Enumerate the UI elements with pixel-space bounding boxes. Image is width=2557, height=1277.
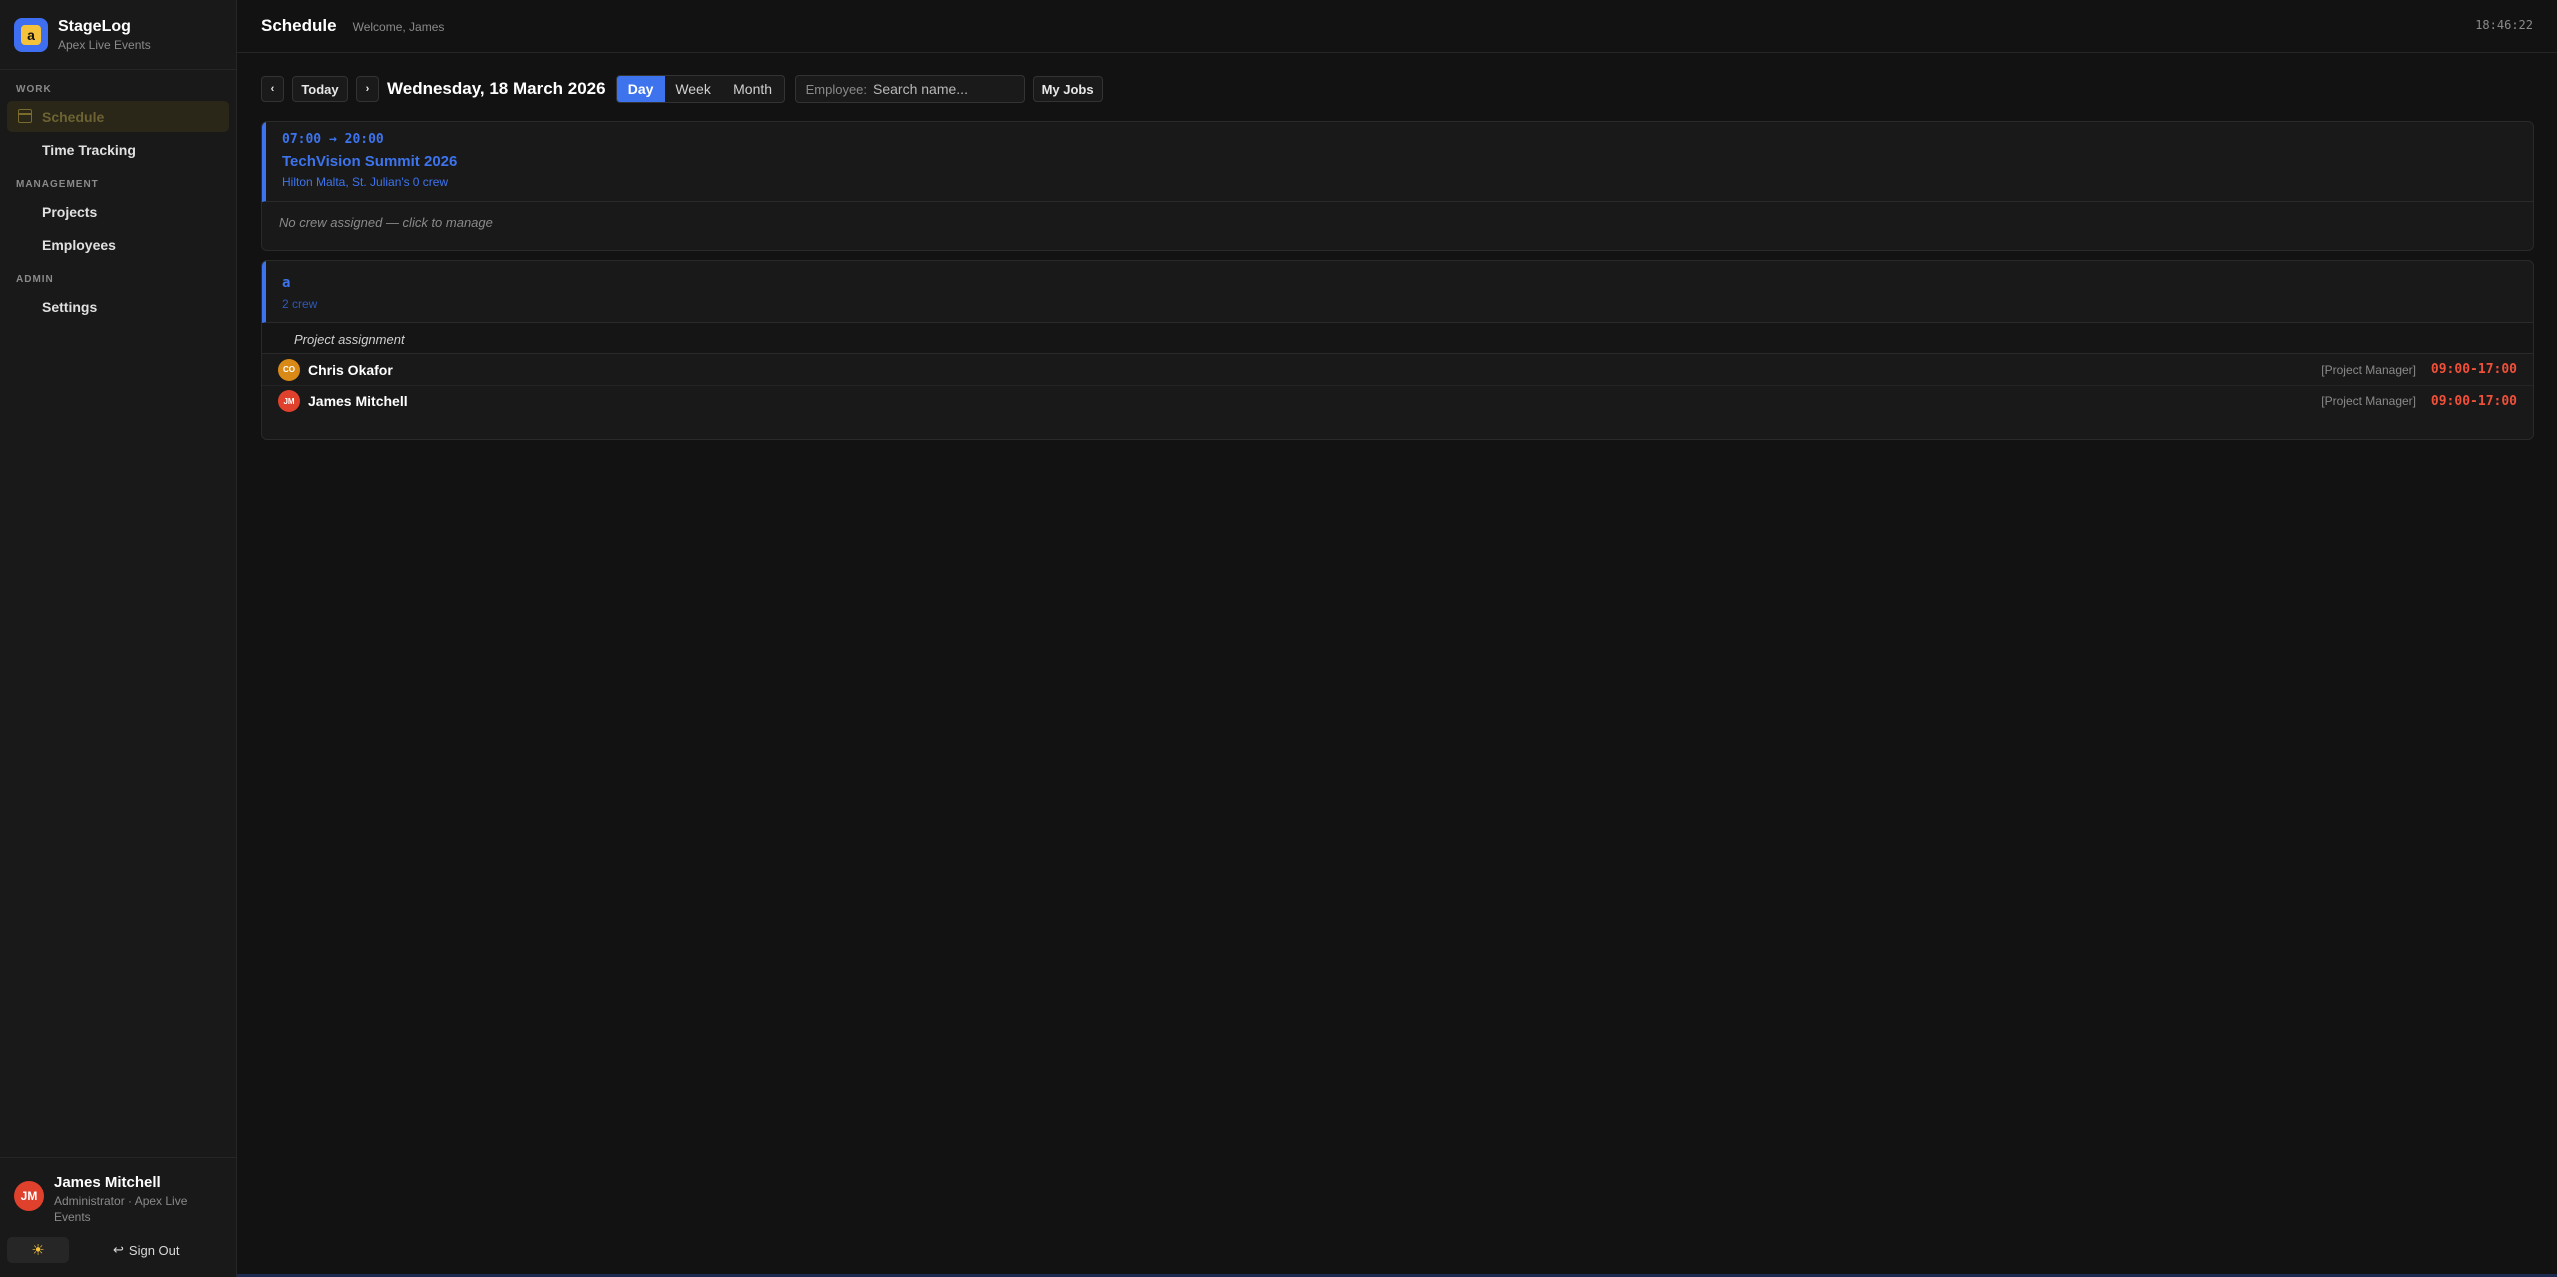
assignment-label: Project assignment: [262, 323, 2533, 354]
crew-name: Chris Okafor: [308, 361, 393, 378]
brand[interactable]: a StageLog Apex Live Events: [0, 0, 236, 70]
theme-toggle-button[interactable]: ☀: [7, 1237, 69, 1263]
sign-out-label: Sign Out: [128, 1242, 180, 1258]
next-button[interactable]: ›: [356, 76, 379, 102]
sidebar-item-settings[interactable]: Settings: [7, 291, 229, 322]
crew-time: 09:00-17:00: [2430, 362, 2517, 377]
project-header[interactable]: a 2 crew: [262, 261, 2533, 323]
sidebar-item-label: Employees: [42, 236, 116, 253]
employee-filter-label: Employee:: [805, 81, 868, 97]
sidebar-item-label: Time Tracking: [42, 141, 136, 158]
project-card[interactable]: a 2 crew Project assignment CO Chris Oka…: [261, 260, 2534, 440]
user-role: Administrator · Apex Live Events: [54, 1194, 188, 1224]
calendar-icon: [18, 109, 32, 123]
view-month-button[interactable]: Month: [722, 76, 784, 102]
sidebar: a StageLog Apex Live Events WORK Schedul…: [0, 0, 237, 1277]
crew-time: 09:00-17:00: [2430, 393, 2517, 409]
crew-role: [Project Manager]: [2321, 362, 2416, 377]
event-crew-count: 0 crew: [412, 175, 449, 189]
today-button[interactable]: Today: [292, 76, 348, 102]
main-content: Schedule Welcome, James 18:46:22 ‹ Today…: [237, 0, 2557, 1277]
event-time: 07:00 → 20:00: [282, 132, 384, 147]
sidebar-item-employees[interactable]: Employees: [7, 229, 229, 260]
project-name: a: [282, 275, 291, 291]
event-card[interactable]: 07:00 → 20:00 TechVision Summit 2026 Hil…: [261, 121, 2534, 251]
schedule-toolbar: ‹ Today › Wednesday, 18 March 2026 Day W…: [261, 75, 2557, 103]
sign-out-button[interactable]: ↩ Sign Out: [113, 1242, 180, 1258]
project-crew-count: 2 crew: [282, 297, 318, 311]
view-day-button[interactable]: Day: [616, 76, 665, 102]
crew-row[interactable]: JM James Mitchell [Project Manager] 09:0…: [262, 385, 2533, 416]
crew-name: James Mitchell: [308, 393, 408, 409]
clock: 18:46:22: [2475, 18, 2533, 32]
sidebar-item-projects[interactable]: Projects: [7, 196, 229, 227]
page-title: Schedule: [261, 16, 337, 35]
sidebar-item-label: Projects: [42, 203, 98, 220]
sidebar-item-time-tracking[interactable]: Time Tracking: [7, 134, 229, 165]
brand-name: StageLog: [58, 17, 131, 35]
event-details: Hilton Malta, St. Julian's 0 crew: [282, 175, 2533, 189]
nav-section-admin: ADMIN: [16, 274, 54, 285]
sidebar-footer: ☀ ↩ Sign Out: [7, 1237, 229, 1263]
user-profile: JM James Mitchell Administrator · Apex L…: [0, 1157, 236, 1225]
crew-role: [Project Manager]: [2321, 394, 2416, 408]
sidebar-item-label: Schedule: [42, 108, 105, 125]
employee-filter: Employee:: [794, 75, 1025, 103]
sign-out-icon: ↩: [113, 1242, 124, 1257]
user-name: James Mitchell: [54, 1174, 161, 1191]
sun-icon: ☀: [31, 1242, 45, 1259]
avatar: JM: [14, 1181, 44, 1211]
sidebar-item-schedule[interactable]: Schedule: [7, 101, 229, 132]
event-location: Hilton Malta, St. Julian's: [282, 175, 410, 189]
event-title: TechVision Summit 2026: [282, 153, 458, 170]
event-header[interactable]: 07:00 → 20:00 TechVision Summit 2026 Hil…: [262, 122, 2533, 202]
my-jobs-button[interactable]: My Jobs: [1032, 76, 1103, 102]
avatar: JM: [278, 390, 300, 412]
avatar: CO: [278, 358, 300, 381]
view-switcher: Day Week Month: [615, 75, 785, 103]
view-week-button[interactable]: Week: [665, 76, 722, 102]
employee-search-input[interactable]: [873, 81, 1024, 97]
app-logo-icon: a: [14, 17, 48, 52]
welcome-text: Welcome, James: [352, 20, 445, 34]
sidebar-item-label: Settings: [42, 298, 98, 315]
crew-row[interactable]: CO Chris Okafor [Project Manager] 09:00-…: [262, 354, 2533, 385]
brand-subtitle: Apex Live Events: [58, 37, 151, 52]
prev-button[interactable]: ‹: [261, 76, 284, 102]
nav-section-management: MANAGEMENT: [16, 179, 99, 190]
nav-section-work: WORK: [16, 84, 52, 95]
top-bar: Schedule Welcome, James 18:46:22: [237, 0, 2557, 53]
current-date: Wednesday, 18 March 2026: [387, 79, 606, 98]
logo-letter: a: [21, 24, 41, 45]
no-crew-note[interactable]: No crew assigned — click to manage: [262, 202, 2533, 230]
